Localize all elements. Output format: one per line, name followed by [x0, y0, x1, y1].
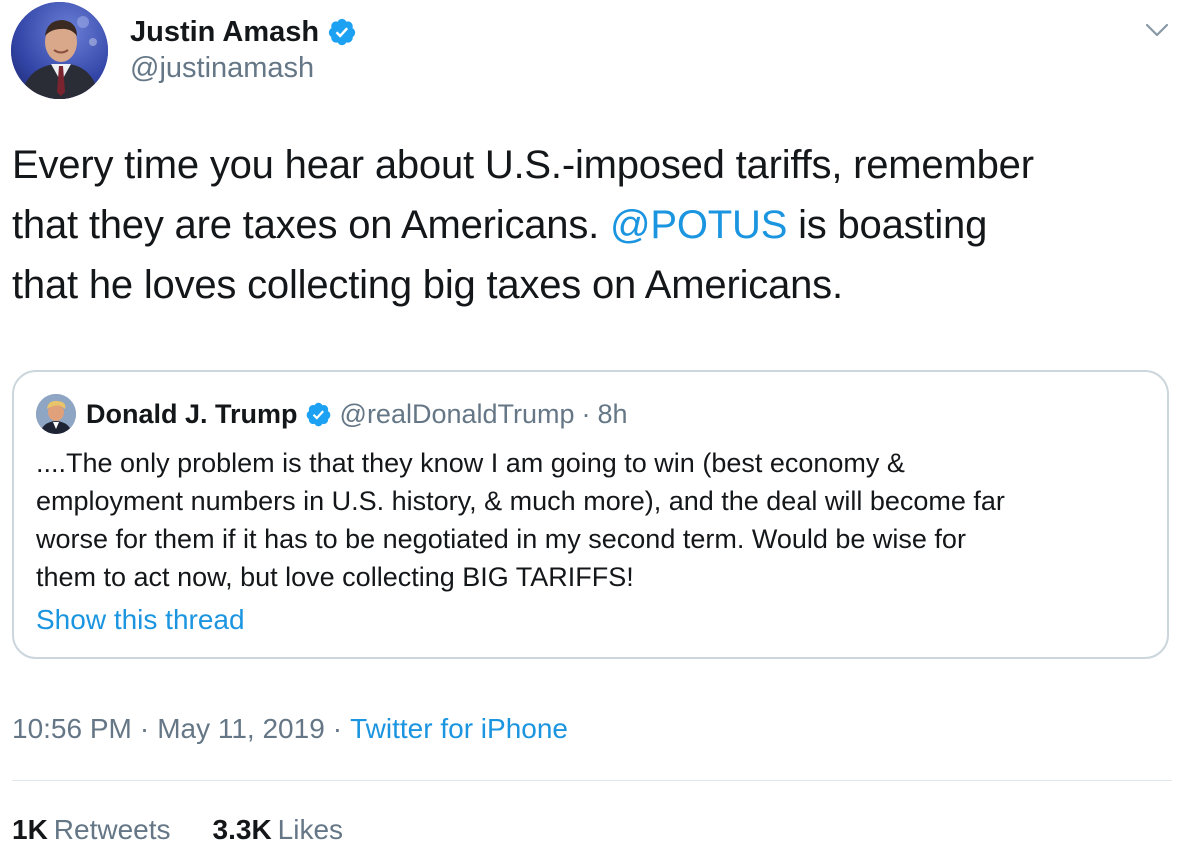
tweet-text-line: that they are taxes on Americans. @POTUS… [12, 195, 1177, 255]
likes-stat[interactable]: 3.3K Likes [213, 814, 344, 846]
quoted-author-avatar [36, 394, 76, 434]
show-thread-link[interactable]: Show this thread [36, 604, 245, 636]
author-name[interactable]: Justin Amash [130, 16, 319, 49]
tweet-source-link[interactable]: Twitter for iPhone [350, 713, 568, 744]
quoted-tweet-header: Donald J. Trump @realDonaldTrump · 8h [86, 394, 628, 434]
retweets-stat[interactable]: 1K Retweets [12, 814, 171, 846]
likes-count: 3.3K [212, 814, 272, 845]
tweet-text-segment: that they are taxes on Americans. [12, 203, 610, 247]
quoted-text-line: them to act now, but love collecting BIG… [36, 562, 634, 592]
tweet-text-line: Every time you hear about U.S.-imposed t… [12, 135, 1177, 195]
quoted-text-line: worse for them if it has to be negotiate… [36, 524, 966, 554]
retweets-count: 1K [12, 814, 48, 845]
tweet-stats: 1K Retweets 3.3K Likes [12, 814, 343, 846]
divider [12, 780, 1172, 781]
retweets-label: Retweets [53, 814, 171, 845]
tweet-text-segment: Every time you hear about U.S.-imposed t… [12, 143, 1034, 187]
author-avatar[interactable] [11, 2, 108, 99]
quoted-author-handle: @realDonaldTrump [339, 398, 575, 429]
quoted-timestamp: 8h [597, 398, 628, 429]
quoted-tweet-text: ....The only problem is that they know I… [36, 444, 1151, 596]
tweet-text-segment: is boasting [787, 203, 988, 247]
quoted-tweet-card[interactable]: Donald J. Trump @realDonaldTrump · 8h ..… [12, 370, 1169, 659]
mention-link[interactable]: @POTUS [610, 203, 787, 247]
author-handle[interactable]: @justinamash [130, 52, 314, 85]
quoted-author-name: Donald J. Trump [86, 398, 298, 429]
verified-badge-icon [306, 402, 330, 426]
tweet-text: Every time you hear about U.S.-imposed t… [12, 135, 1177, 315]
tweet-date[interactable]: May 11, 2019 [157, 713, 325, 744]
tweet-text-line: that he loves collecting big taxes on Am… [12, 255, 1177, 315]
tweet-text-segment: that he loves collecting big taxes on Am… [12, 263, 843, 307]
likes-label: Likes [277, 814, 344, 845]
verified-badge-icon [328, 18, 356, 46]
meta-separator: · [332, 713, 343, 744]
chevron-down-icon[interactable] [1143, 16, 1171, 44]
meta-separator: · [139, 713, 150, 744]
quoted-separator: · [581, 398, 591, 429]
tweet-time[interactable]: 10:56 PM [12, 713, 132, 744]
quoted-text-line: ....The only problem is that they know I… [36, 448, 905, 478]
author-name-row[interactable]: Justin Amash [130, 14, 357, 50]
quoted-text-line: employment numbers in U.S. history, & mu… [36, 486, 1005, 516]
tweet-meta: 10:56 PM · May 11, 2019 · Twitter for iPhone [12, 713, 568, 745]
